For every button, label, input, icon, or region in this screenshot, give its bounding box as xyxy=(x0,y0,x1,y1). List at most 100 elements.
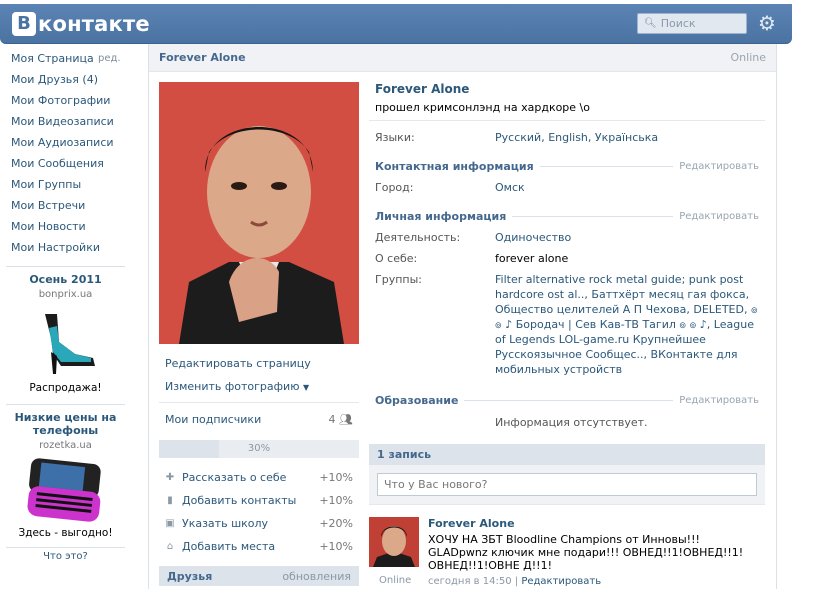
search-input[interactable]: 🔍︎ Поиск xyxy=(637,13,747,34)
activity-value[interactable]: Одиночество xyxy=(495,230,571,245)
city-value[interactable]: Омск xyxy=(495,180,525,195)
profile-header-bar: Forever Alone Online xyxy=(149,44,776,72)
friends-title: Друзья xyxy=(167,569,213,583)
education-section-header: Образование Редактировать xyxy=(369,388,765,411)
education-title: Образование xyxy=(375,394,459,407)
post-meta: сегодня в 14:50 | Редактировать xyxy=(428,576,758,587)
wall-header[interactable]: 1 запись xyxy=(369,444,765,465)
ad-block-1[interactable]: Осень 2011 bonprix.ua Распродажа! xyxy=(6,266,125,394)
language-link[interactable]: English xyxy=(548,131,588,144)
activity-label: Деятельность: xyxy=(375,231,461,244)
change-photo-label: Изменить фотографию xyxy=(165,380,300,393)
about-label: О себе: xyxy=(375,252,418,265)
post-text: ХОЧУ НА ЗБТ Bloodline Champions от Иннов… xyxy=(428,533,744,572)
edit-contacts-link[interactable]: Редактировать xyxy=(679,161,759,172)
nav-my-groups[interactable]: Мои Группы xyxy=(0,174,135,195)
ads-footer: Что это? xyxy=(6,547,125,562)
task-label: Указать школу xyxy=(182,517,269,530)
post-body: Forever Alone ХОЧУ НА ЗБТ Bloodline Cham… xyxy=(428,517,758,587)
subscribers-count-wrap: 4 👥︎ xyxy=(329,413,353,426)
logo-text: контакте xyxy=(38,12,150,36)
task-label: Рассказать о себе xyxy=(182,471,287,484)
task-pct: +10% xyxy=(319,540,353,553)
task-pct: +10% xyxy=(319,494,353,507)
nav-my-friends[interactable]: Мои Друзья (4) xyxy=(0,69,135,90)
profile-completion-bar: 30% xyxy=(159,440,359,458)
edit-personal-link[interactable]: Редактировать xyxy=(679,211,759,222)
change-photo-link[interactable]: Изменить фотографию ▼ xyxy=(159,375,359,398)
task-pct: +20% xyxy=(319,517,353,530)
nav-my-videos[interactable]: Мои Видеозаписи xyxy=(0,111,135,132)
profile-status-text[interactable]: прошел кримсонлэнд на хардкоре \o xyxy=(375,101,765,114)
profile-header-name: Forever Alone xyxy=(159,51,246,64)
plus-icon: ✚ xyxy=(165,472,175,483)
contacts-section-header: Контактная информация Редактировать xyxy=(369,154,765,177)
task-row-about[interactable]: ✚ Рассказать о себе +10% xyxy=(159,466,359,489)
nav-my-settings[interactable]: Мои Настройки xyxy=(0,237,135,258)
section-line xyxy=(539,166,674,167)
post-time[interactable]: сегодня в 14:50 xyxy=(428,576,512,587)
subscribers-count: 4 xyxy=(328,413,336,426)
nav-my-events[interactable]: Мои Встречи xyxy=(0,195,135,216)
progress-text: 30% xyxy=(247,443,271,454)
task-pct: +10% xyxy=(319,471,353,484)
profile-photo[interactable] xyxy=(159,82,359,344)
top-bar: В контакте 🔍︎ Поиск ⚙ xyxy=(0,4,792,44)
wall-post: Online Forever Alone ХОЧУ НА ЗБТ Bloodli… xyxy=(369,513,765,603)
wall-post-input[interactable]: Что у Вас нового? xyxy=(377,473,757,496)
ad-image-shoe[interactable] xyxy=(31,308,101,378)
task-row-school[interactable]: ▣ Указать школу +20% xyxy=(159,512,359,535)
subscribers-label: Мои подписчики xyxy=(165,413,262,426)
section-line xyxy=(464,400,674,401)
languages-value: Русский, English, Українська xyxy=(495,131,659,144)
friends-header[interactable]: Друзья обновления xyxy=(159,566,359,586)
post-edit-link[interactable]: Редактировать xyxy=(521,576,601,587)
task-label: Добавить места xyxy=(182,540,276,553)
groups-value[interactable]: Filter alternative rock metal guide; pun… xyxy=(495,272,759,377)
gear-icon[interactable]: ⚙ xyxy=(758,12,776,34)
languages-row: Языки: Русский, English, Українська xyxy=(369,127,765,148)
nav-my-audio[interactable]: Мои Аудиозаписи xyxy=(0,132,135,153)
city-label: Город: xyxy=(375,181,414,194)
personal-section-header: Личная информация Редактировать xyxy=(369,204,765,227)
ad-block-2[interactable]: Низкие цены на телефоны rozetka.ua Здесь… xyxy=(6,404,125,539)
post-author[interactable]: Forever Alone xyxy=(428,517,758,530)
left-menu: Моя Страница ред. Мои Друзья (4) Мои Фот… xyxy=(0,48,135,562)
task-label: Добавить контакты xyxy=(182,494,297,507)
phone-icon: ▮ xyxy=(167,495,173,506)
language-link[interactable]: Русский xyxy=(495,131,541,144)
search-icon: 🔍︎ xyxy=(644,18,657,29)
ad-title[interactable]: Осень 2011 xyxy=(6,273,125,286)
vk-logo[interactable]: В контакте xyxy=(12,11,150,37)
task-row-contacts[interactable]: ▮ Добавить контакты +10% xyxy=(159,489,359,512)
profile-name: Forever Alone xyxy=(375,82,470,96)
logo-mark: В xyxy=(12,12,36,36)
subscribers-row[interactable]: Мои подписчики 4 👥︎ xyxy=(159,407,359,432)
ad-caption: Распродажа! xyxy=(29,382,102,394)
task-row-places[interactable]: ⌂ Добавить места +10% xyxy=(159,535,359,558)
about-row: О себе: forever alone xyxy=(369,248,765,269)
profile-main: Forever Alone Online Редактировать стран… xyxy=(148,44,777,589)
search-placeholder: Поиск xyxy=(660,17,696,30)
friends-updates-link[interactable]: обновления xyxy=(282,570,351,583)
ad-image-phone[interactable] xyxy=(24,457,108,523)
ad-title[interactable]: Низкие цены на телефоны xyxy=(6,411,125,437)
edit-education-link[interactable]: Редактировать xyxy=(679,395,759,406)
divider xyxy=(159,402,359,403)
post-avatar[interactable] xyxy=(369,517,419,567)
divider xyxy=(369,120,765,121)
education-empty: Информация отсутствует. xyxy=(495,416,648,429)
activity-row: Деятельность: Одиночество xyxy=(369,227,765,248)
ad-caption: Здесь - выгодно! xyxy=(18,527,113,539)
nav-my-photos[interactable]: Мои Фотографии xyxy=(0,90,135,111)
nav-edit-link[interactable]: ред. xyxy=(98,48,121,69)
nav-my-messages[interactable]: Мои Сообщения xyxy=(0,153,135,174)
nav-my-page[interactable]: Моя Страница ред. xyxy=(0,48,135,69)
briefcase-icon: ▣ xyxy=(165,518,175,529)
nav-my-news[interactable]: Мои Новости xyxy=(0,216,135,237)
edit-page-link[interactable]: Редактировать страницу xyxy=(159,352,359,375)
nav-label: Моя Страница xyxy=(11,52,94,65)
language-link[interactable]: Українська xyxy=(595,131,658,144)
city-row: Город: Омск xyxy=(369,177,765,198)
ads-what-is-this-link[interactable]: Что это? xyxy=(6,551,125,562)
